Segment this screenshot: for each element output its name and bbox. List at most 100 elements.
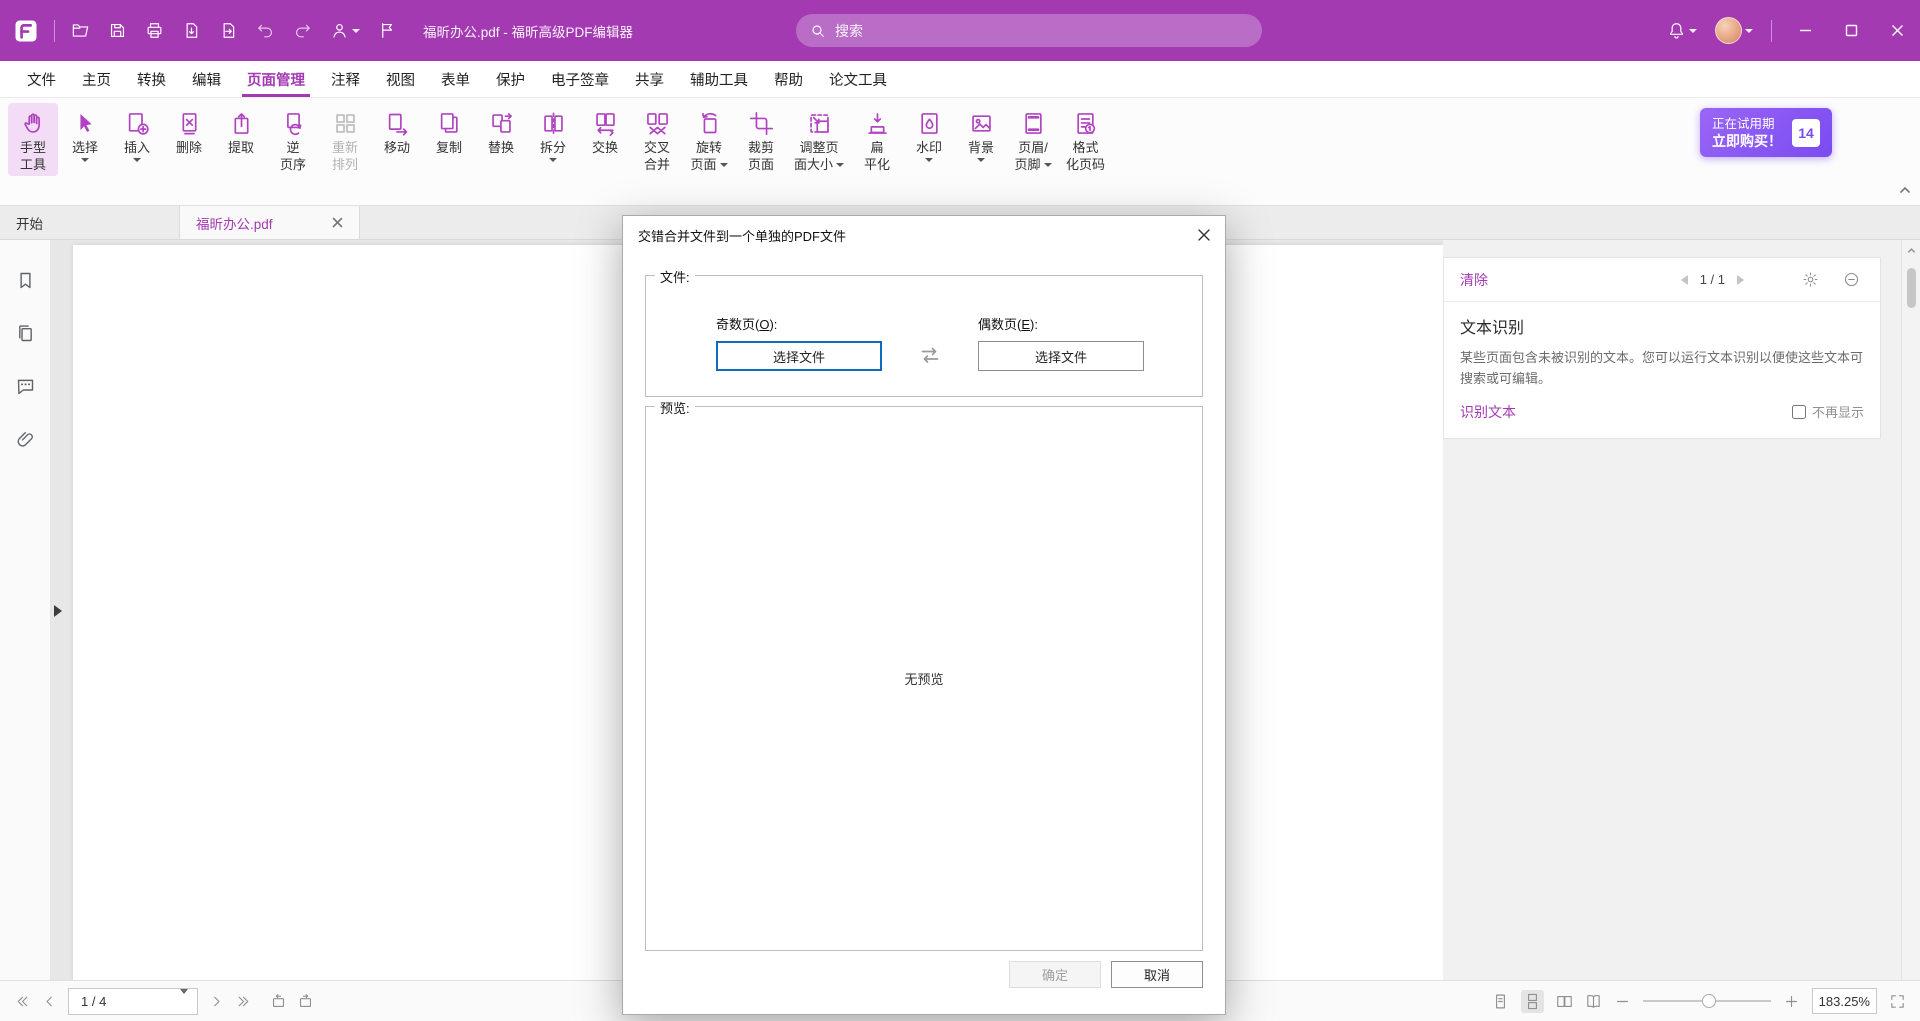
menu-item-comment[interactable]: 注释: [318, 61, 373, 97]
ribbon-tool-interleave-merge[interactable]: 交叉 合并: [632, 103, 682, 176]
menu-item-home[interactable]: 主页: [69, 61, 124, 97]
rearrange-icon: [332, 108, 359, 139]
cancel-button[interactable]: 取消: [1111, 961, 1203, 988]
search-input[interactable]: [835, 23, 1248, 39]
menu-item-thesis-tools[interactable]: 论文工具: [816, 61, 900, 97]
zoom-slider[interactable]: [1643, 1000, 1771, 1002]
open-file-button[interactable]: [69, 19, 92, 42]
dialog-close-button[interactable]: [1183, 216, 1225, 254]
menu-item-protect[interactable]: 保护: [483, 61, 538, 97]
menu-item-form[interactable]: 表单: [428, 61, 483, 97]
scrollbar-thumb[interactable]: [1907, 268, 1916, 308]
menu-item-page-management[interactable]: 页面管理: [234, 61, 318, 97]
titlebar-right-controls: [1665, 0, 1920, 61]
preview-group-label: 预览:: [655, 398, 695, 417]
dont-show-again-option[interactable]: 不再显示: [1792, 402, 1864, 421]
maximize-button[interactable]: [1828, 0, 1874, 61]
dont-show-checkbox[interactable]: [1792, 405, 1806, 419]
single-page-view-button[interactable]: [1492, 993, 1509, 1010]
menu-item-esign[interactable]: 电子签章: [538, 61, 622, 97]
fit-screen-button[interactable]: [1889, 993, 1906, 1010]
continuous-view-button[interactable]: [1521, 990, 1544, 1013]
export-pdf-button[interactable]: [180, 19, 203, 42]
tab-start[interactable]: 开始: [0, 206, 180, 239]
card-header-icons: [1802, 271, 1860, 288]
ribbon-tool-duplicate[interactable]: 复制: [424, 103, 474, 159]
settings-button[interactable]: [1802, 271, 1819, 288]
trial-purchase-button[interactable]: 正在试用期 立即购买！ 14: [1700, 108, 1832, 157]
last-page-button[interactable]: [235, 993, 252, 1010]
ribbon-tool-crop-pages[interactable]: 裁剪 页面: [736, 103, 786, 176]
clear-button[interactable]: 清除: [1460, 270, 1488, 290]
menu-item-edit[interactable]: 编辑: [179, 61, 234, 97]
collapse-ribbon-button[interactable]: [1898, 183, 1912, 197]
close-tab-icon[interactable]: [332, 217, 343, 228]
ribbon-tool-extract[interactable]: 提取: [216, 103, 266, 159]
dialog-titlebar[interactable]: 交错合并文件到一个单独的PDF文件: [623, 216, 1225, 254]
redo-button[interactable]: [291, 19, 314, 42]
undo-button[interactable]: [254, 19, 277, 42]
zoom-slider-thumb[interactable]: [1702, 994, 1716, 1008]
ribbon-tool-rotate-pages[interactable]: 旋转 页面: [684, 103, 734, 176]
next-page-button[interactable]: [208, 993, 225, 1010]
ribbon-tool-format-page-number[interactable]: 格式 化页码: [1060, 103, 1111, 176]
comments-panel-button[interactable]: [15, 376, 36, 397]
previous-page-button[interactable]: [41, 993, 58, 1010]
ribbon-tool-split[interactable]: 拆分: [528, 103, 578, 165]
zoom-in-button[interactable]: [1783, 993, 1800, 1010]
account-button[interactable]: [1713, 15, 1755, 46]
ribbon-tool-insert[interactable]: 插入: [112, 103, 162, 165]
collapse-card-button[interactable]: [1843, 271, 1860, 288]
tab-document[interactable]: 福昕办公.pdf: [180, 206, 360, 239]
save-button[interactable]: [106, 19, 129, 42]
choose-odd-file-button[interactable]: 选择文件: [716, 341, 882, 371]
bookmarks-panel-button[interactable]: [15, 270, 36, 291]
choose-even-file-button[interactable]: 选择文件: [978, 341, 1144, 371]
recognize-text-link[interactable]: 识别文本: [1460, 402, 1516, 422]
menu-item-accessibility[interactable]: 辅助工具: [677, 61, 761, 97]
vertical-scrollbar[interactable]: [1901, 240, 1920, 980]
panel-expand-handle[interactable]: [54, 605, 62, 617]
ribbon-tool-replace[interactable]: 替换: [476, 103, 526, 159]
page-number-combo[interactable]: 1 / 4: [68, 988, 198, 1015]
ribbon-tool-move[interactable]: 移动: [372, 103, 422, 159]
notifications-button[interactable]: [1665, 19, 1699, 42]
ribbon-tool-reverse-order[interactable]: 逆 页序: [268, 103, 318, 176]
menu-item-share[interactable]: 共享: [622, 61, 677, 97]
next-page-icon[interactable]: [1737, 275, 1744, 285]
ribbon-tool-select[interactable]: 选择: [60, 103, 110, 165]
attachments-panel-button[interactable]: [15, 429, 36, 450]
menu-item-help[interactable]: 帮助: [761, 61, 816, 97]
delete-page-icon: [176, 108, 203, 139]
ribbon-tool-flatten[interactable]: 扁 平化: [852, 103, 902, 176]
first-page-button[interactable]: [14, 993, 31, 1010]
ribbon-tool-background[interactable]: 背景: [956, 103, 1006, 165]
minimize-button[interactable]: [1782, 0, 1828, 61]
foxit-logo[interactable]: [12, 17, 40, 45]
prev-page-icon[interactable]: [1681, 275, 1688, 285]
menu-item-view[interactable]: 视图: [373, 61, 428, 97]
membership-button[interactable]: [328, 19, 362, 42]
ribbon-tool-header-footer[interactable]: 页眉/ 页脚: [1008, 103, 1058, 176]
search-box[interactable]: [796, 14, 1262, 47]
ribbon-tool-resize-pages[interactable]: 调整页 面大小: [788, 103, 850, 176]
pages-panel-button[interactable]: [15, 323, 36, 344]
book-view-button[interactable]: [1585, 993, 1602, 1010]
print-button[interactable]: [143, 19, 166, 42]
scroll-up-button[interactable]: [1902, 245, 1920, 256]
zoom-level[interactable]: 183.25%: [1812, 988, 1877, 1014]
ribbon-tool-watermark[interactable]: 水印: [904, 103, 954, 165]
close-button[interactable]: [1874, 0, 1920, 61]
menu-item-file[interactable]: 文件: [14, 61, 69, 97]
next-view-button[interactable]: [297, 993, 314, 1010]
previous-view-button[interactable]: [270, 993, 287, 1010]
ribbon-tool-swap[interactable]: 交换: [580, 103, 630, 159]
flag-button[interactable]: [376, 19, 399, 42]
facing-view-button[interactable]: [1556, 993, 1573, 1010]
dropdown-caret-icon: [925, 158, 933, 162]
ribbon-tool-hand[interactable]: 手型 工具: [8, 103, 58, 176]
ribbon-tool-delete[interactable]: 删除: [164, 103, 214, 159]
zoom-out-button[interactable]: [1614, 993, 1631, 1010]
share-document-button[interactable]: [217, 19, 240, 42]
menu-item-convert[interactable]: 转换: [124, 61, 179, 97]
